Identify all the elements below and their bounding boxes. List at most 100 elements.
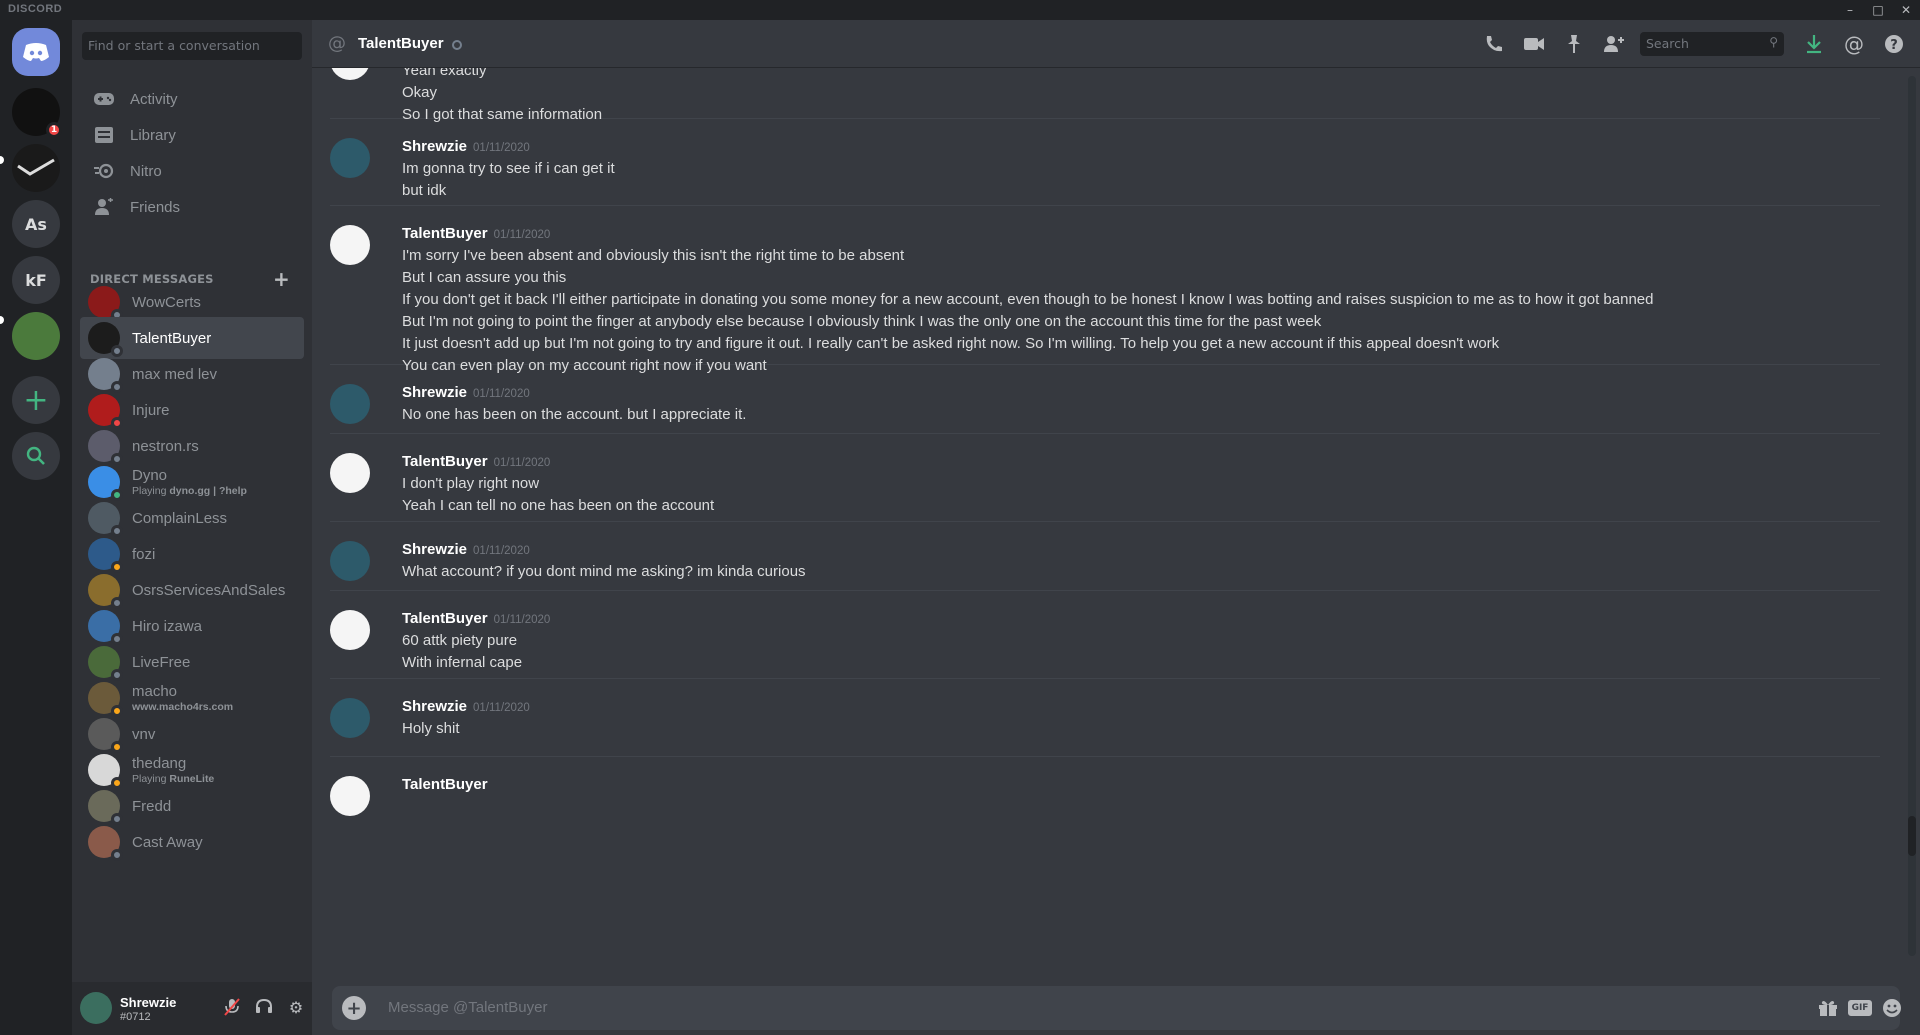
avatar[interactable] bbox=[330, 776, 370, 816]
message-divider bbox=[330, 756, 1880, 757]
nav-friends[interactable]: Friends bbox=[80, 186, 304, 228]
unread-pill bbox=[0, 156, 4, 164]
author-name[interactable]: TalentBuyer bbox=[402, 610, 488, 627]
maximize-icon[interactable]: □ bbox=[1868, 1, 1888, 19]
search-icon bbox=[26, 446, 45, 465]
dm-activity: Playing dyno.gg | ?help bbox=[132, 485, 247, 497]
message-author[interactable]: Shrewzie 01/11/2020 bbox=[402, 698, 530, 715]
dm-names: vnv bbox=[132, 726, 155, 743]
nav-label: Library bbox=[130, 126, 176, 144]
mentions-icon[interactable]: @ bbox=[1842, 32, 1866, 56]
search-input[interactable]: Search ⚲ bbox=[1640, 32, 1784, 56]
explore-servers-button[interactable] bbox=[12, 432, 60, 480]
add-server-button[interactable]: + bbox=[12, 376, 60, 424]
message-line: Holy shit bbox=[402, 720, 460, 737]
avatar bbox=[88, 394, 123, 429]
status-indicator bbox=[111, 849, 123, 861]
dm-name: Injure bbox=[132, 401, 170, 419]
server-icon[interactable]: 1 bbox=[12, 88, 62, 138]
add-friend-icon[interactable] bbox=[1602, 32, 1626, 56]
check-icon bbox=[17, 158, 55, 176]
message-author[interactable]: Shrewzie 01/11/2020 bbox=[402, 384, 530, 401]
message-author[interactable]: TalentBuyer bbox=[402, 776, 494, 793]
user-tag: #0712 bbox=[120, 1011, 151, 1023]
download-icon[interactable] bbox=[1802, 32, 1826, 56]
mute-icon[interactable] bbox=[222, 998, 242, 1018]
avatar[interactable] bbox=[330, 68, 370, 80]
avatar bbox=[88, 574, 123, 609]
dm-names: Dyno Playing dyno.gg | ?help bbox=[132, 467, 247, 497]
message-line: You can even play on my account right no… bbox=[402, 357, 767, 374]
scrollbar[interactable] bbox=[1908, 76, 1916, 956]
pin-icon[interactable] bbox=[1562, 32, 1586, 56]
close-icon[interactable]: ✕ bbox=[1896, 1, 1916, 19]
message-divider bbox=[330, 678, 1880, 679]
minimize-icon[interactable]: – bbox=[1840, 1, 1860, 19]
at-icon: @ bbox=[328, 33, 346, 54]
message-line: If you don't get it back I'll either par… bbox=[402, 291, 1654, 308]
title-bar: DISCORD – □ ✕ bbox=[0, 0, 1920, 20]
author-name[interactable]: Shrewzie bbox=[402, 384, 467, 401]
gift-icon[interactable] bbox=[1816, 996, 1840, 1020]
avatar[interactable] bbox=[330, 610, 370, 650]
avatar bbox=[88, 610, 123, 645]
server-icon[interactable] bbox=[12, 144, 60, 192]
author-name[interactable]: TalentBuyer bbox=[402, 453, 488, 470]
gif-button[interactable]: GIF bbox=[1847, 996, 1873, 1020]
avatar[interactable] bbox=[330, 384, 370, 424]
dm-name: macho bbox=[132, 683, 178, 700]
find-conversation-search[interactable]: Find or start a conversation bbox=[82, 32, 302, 60]
message-timestamp: 01/11/2020 bbox=[473, 388, 530, 400]
message-line: What account? if you dont mind me asking… bbox=[402, 563, 806, 580]
message-line: Yeah exactly bbox=[402, 68, 487, 79]
author-name[interactable]: Shrewzie bbox=[402, 138, 467, 155]
avatar bbox=[88, 790, 123, 825]
dm-names: thedang Playing RuneLite bbox=[132, 755, 214, 785]
server-icon[interactable]: As bbox=[12, 200, 60, 248]
author-name[interactable]: Shrewzie bbox=[402, 541, 467, 558]
headphones-icon[interactable] bbox=[254, 998, 274, 1018]
author-name[interactable]: Shrewzie bbox=[402, 698, 467, 715]
gamepad-icon bbox=[92, 87, 116, 111]
avatar[interactable] bbox=[330, 698, 370, 738]
message-author[interactable]: Shrewzie 01/11/2020 bbox=[402, 541, 530, 558]
message-author[interactable]: TalentBuyer 01/11/2020 bbox=[402, 225, 550, 242]
help-icon[interactable]: ? bbox=[1882, 32, 1906, 56]
message-timestamp: 01/11/2020 bbox=[493, 457, 551, 469]
settings-gear-icon[interactable]: ⚙ bbox=[286, 998, 306, 1018]
home-button[interactable] bbox=[12, 28, 60, 76]
message-author[interactable]: TalentBuyer 01/11/2020 bbox=[402, 453, 550, 470]
voice-call-icon[interactable] bbox=[1482, 32, 1506, 56]
dm-sidebar: Find or start a conversation Activity Li… bbox=[72, 20, 312, 1035]
server-icon[interactable]: kF bbox=[12, 256, 60, 304]
avatar[interactable] bbox=[80, 992, 112, 1024]
avatar[interactable] bbox=[330, 541, 370, 581]
message-line: I'm sorry I've been absent and obviously… bbox=[402, 247, 905, 264]
message-composer[interactable]: + Message @TalentBuyer GIF bbox=[332, 986, 1901, 1030]
message-timestamp: 01/11/2020 bbox=[493, 229, 551, 241]
nitro-icon bbox=[92, 159, 116, 183]
message-divider bbox=[330, 521, 1880, 522]
author-name[interactable]: TalentBuyer bbox=[402, 776, 488, 793]
dm-item[interactable]: Cast Away bbox=[80, 821, 304, 863]
avatar[interactable] bbox=[330, 138, 370, 178]
emoji-icon[interactable] bbox=[1880, 996, 1904, 1020]
author-name[interactable]: TalentBuyer bbox=[402, 225, 488, 242]
message-divider bbox=[330, 205, 1880, 206]
upload-plus-icon[interactable]: + bbox=[342, 996, 366, 1020]
library-icon bbox=[92, 123, 116, 147]
message-input[interactable]: Message @TalentBuyer bbox=[388, 999, 547, 1016]
dm-names: max med lev bbox=[132, 366, 217, 383]
video-call-icon[interactable] bbox=[1522, 32, 1546, 56]
avatar[interactable] bbox=[330, 225, 370, 265]
message-line: but idk bbox=[402, 182, 447, 199]
message-timestamp: 01/11/2020 bbox=[473, 545, 530, 557]
scrollbar-thumb[interactable] bbox=[1908, 816, 1916, 856]
avatar[interactable] bbox=[330, 453, 370, 493]
server-icon[interactable] bbox=[12, 312, 60, 360]
message-author[interactable]: Shrewzie 01/11/2020 bbox=[402, 138, 530, 155]
gif-label: GIF bbox=[1847, 1000, 1873, 1016]
dm-names: Cast Away bbox=[132, 834, 203, 851]
message-content: I'm sorry I've been absent and obviously… bbox=[402, 245, 1653, 377]
message-author[interactable]: TalentBuyer 01/11/2020 bbox=[402, 610, 550, 627]
